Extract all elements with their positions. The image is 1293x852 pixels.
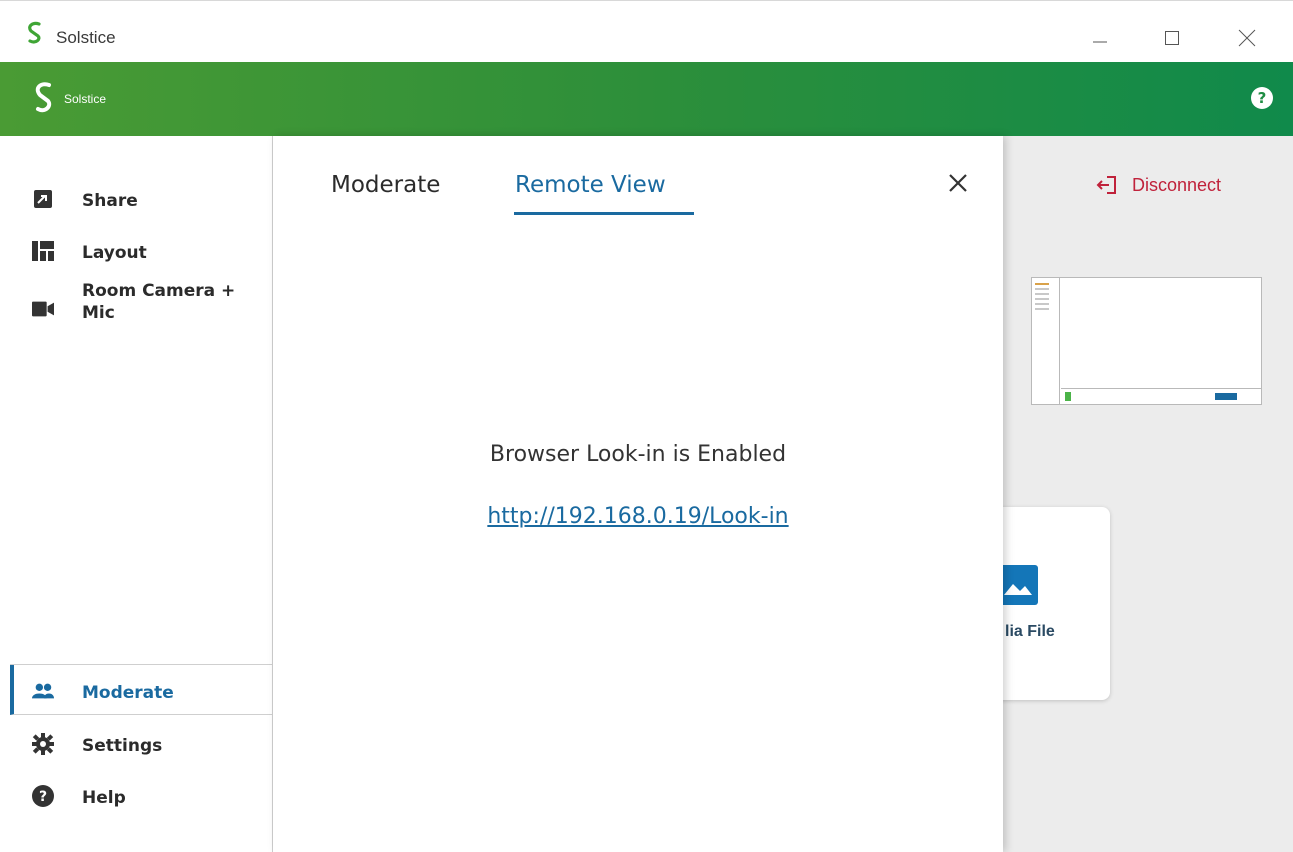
sidebar-item-layout[interactable]: Layout <box>32 240 147 263</box>
look-in-status: Browser Look-in is Enabled <box>489 442 787 467</box>
active-tab-underline <box>514 212 694 215</box>
svg-text:?: ? <box>39 789 47 805</box>
window-title: Solstice <box>56 28 116 47</box>
tab-remote-view[interactable]: Remote View <box>515 172 666 198</box>
moderate-panel: Moderate Remote View Browser Look-in is … <box>273 136 1003 852</box>
sidebar-item-settings[interactable]: Settings <box>32 733 162 756</box>
solstice-logo-icon <box>35 82 52 113</box>
look-in-link[interactable]: http://192.168.0.19/Look-in <box>273 504 1003 529</box>
app-header: Solstice ? <box>0 62 1293 136</box>
help-button[interactable]: ? <box>1251 87 1273 109</box>
sidebar-item-label: Room Camera + Mic <box>82 281 236 323</box>
share-icon <box>32 188 54 210</box>
close-panel-button[interactable] <box>945 170 971 196</box>
disconnect-label: Disconnect <box>1132 174 1222 195</box>
sidebar-item-help[interactable]: ? Help <box>32 785 126 808</box>
left-sidebar: Share Layout Room Camera + Mic Moderate … <box>0 136 273 852</box>
maximize-icon <box>1165 31 1179 45</box>
maximize-button[interactable] <box>1152 21 1192 55</box>
preview-sidebar <box>1032 278 1060 404</box>
sidebar-item-moderate[interactable]: Moderate <box>32 680 174 703</box>
close-icon <box>1238 29 1256 47</box>
close-window-button[interactable] <box>1227 21 1267 55</box>
window-titlebar: Solstice <box>0 0 1293 62</box>
exit-icon <box>1096 176 1116 194</box>
moderate-icon <box>32 680 54 702</box>
sidebar-item-label: Moderate <box>82 683 174 703</box>
sidebar-item-label: Share <box>82 191 138 211</box>
media-file-label: lia File <box>1005 623 1055 640</box>
header-app-name: Solstice <box>64 92 107 106</box>
solstice-logo-icon <box>28 21 41 44</box>
disconnect-button[interactable]: Disconnect <box>1096 174 1221 196</box>
close-icon <box>949 174 967 192</box>
layout-icon <box>32 240 54 262</box>
gear-icon <box>32 733 54 755</box>
sidebar-item-share[interactable]: Share <box>32 188 138 211</box>
help-icon: ? <box>32 785 54 807</box>
background-content-area <box>1000 136 1293 852</box>
sidebar-item-label: Layout <box>82 243 147 263</box>
minimize-icon <box>1093 41 1107 43</box>
preview-main <box>1061 278 1261 388</box>
camera-icon <box>32 294 54 324</box>
screen-preview-thumbnail[interactable] <box>1031 277 1262 405</box>
sidebar-item-room-camera[interactable]: Room Camera + Mic <box>32 281 235 324</box>
sidebar-item-label: Settings <box>82 736 163 756</box>
tab-moderate[interactable]: Moderate <box>331 172 440 198</box>
minimize-button[interactable] <box>1080 21 1120 55</box>
preview-bottom-bar <box>1061 388 1261 404</box>
sidebar-item-label: Help <box>82 788 126 808</box>
